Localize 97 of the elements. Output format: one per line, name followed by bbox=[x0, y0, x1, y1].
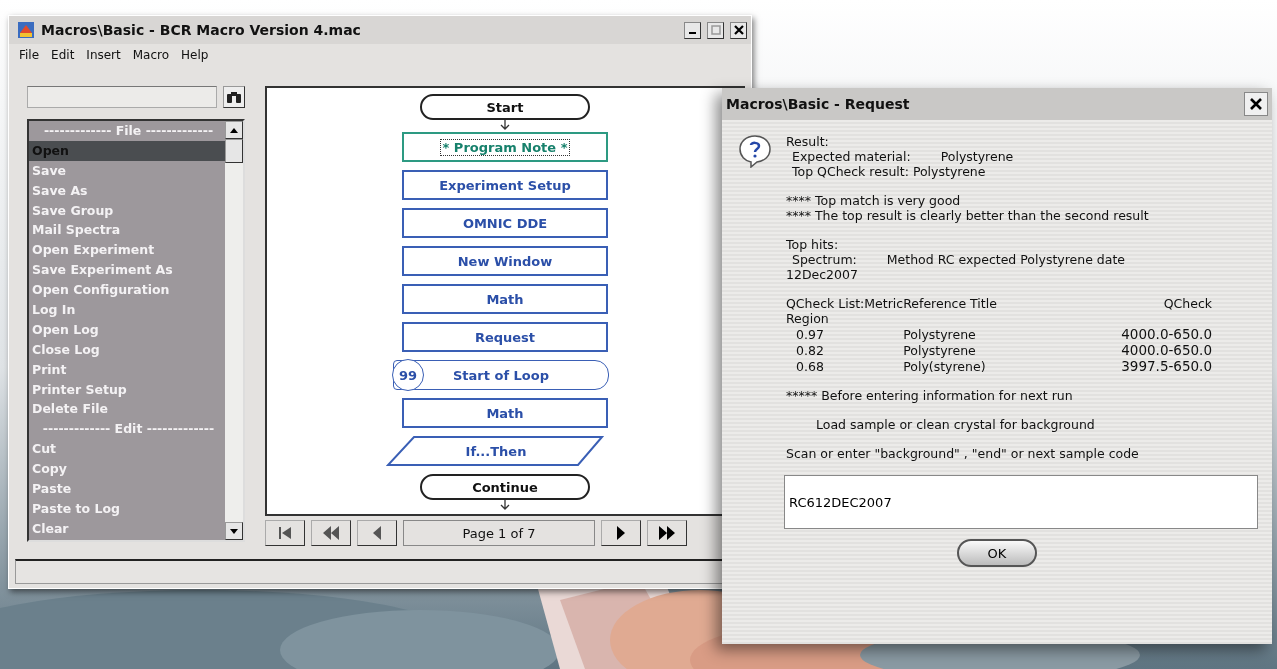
list-item[interactable]: Log In bbox=[29, 300, 225, 320]
list-item[interactable]: Clear bbox=[29, 518, 225, 539]
table-cell: Poly(styrene) bbox=[903, 358, 986, 374]
connector-arrow bbox=[500, 120, 510, 130]
loop-count-badge: 99 bbox=[392, 359, 424, 391]
dialog-text: **** Top match is very good bbox=[786, 193, 961, 208]
first-page-icon bbox=[277, 525, 293, 541]
list-item[interactable]: Save Experiment As bbox=[29, 260, 225, 281]
fast-forward-button[interactable] bbox=[647, 520, 687, 546]
table-cell: 0.82 bbox=[796, 342, 824, 358]
question-icon bbox=[738, 134, 772, 168]
dialog-text: **** The top result is clearly better than the second result bbox=[786, 208, 1149, 223]
sample-code-field[interactable]: RC612DEC2007 bbox=[784, 475, 1258, 529]
scroll-up-icon bbox=[230, 127, 238, 133]
list-item[interactable]: Paste bbox=[29, 479, 225, 499]
table-cell: 0.97 bbox=[796, 326, 824, 342]
close-button[interactable] bbox=[1244, 92, 1268, 116]
scroll-thumb[interactable] bbox=[225, 139, 243, 163]
next-icon bbox=[616, 526, 626, 540]
dialog-text: Top hits: bbox=[786, 237, 839, 252]
column-header: Region bbox=[786, 311, 829, 326]
page-indicator: Page 1 of 7 bbox=[403, 520, 595, 546]
list-item[interactable]: Copy bbox=[29, 459, 225, 480]
first-page-button[interactable] bbox=[265, 520, 305, 546]
dialog-text: Scan or enter "background" , "end" or next sample code bbox=[786, 446, 1139, 461]
binoculars-icon bbox=[226, 90, 242, 104]
process-node[interactable]: Request bbox=[402, 322, 608, 352]
dialog-text: Spectrum: bbox=[792, 252, 857, 267]
previous-icon bbox=[372, 526, 382, 540]
dialog-text: Top QCheck result: Polystyrene bbox=[792, 164, 986, 179]
maximize-button[interactable] bbox=[707, 21, 724, 39]
previous-button[interactable] bbox=[357, 520, 397, 546]
table-cell: Polystyrene bbox=[903, 342, 976, 358]
menu-item[interactable]: Help bbox=[181, 48, 209, 62]
rewind-icon bbox=[322, 526, 340, 540]
rewind-button[interactable] bbox=[311, 520, 351, 546]
decision-node[interactable]: If...Then bbox=[386, 436, 606, 466]
fast-forward-icon bbox=[658, 526, 676, 540]
list-item[interactable]: Delete File bbox=[29, 399, 225, 420]
list-item[interactable]: Open Experiment bbox=[29, 240, 225, 261]
column-header: QCheck List:Metric bbox=[786, 296, 904, 311]
terminal-node[interactable]: Start bbox=[420, 94, 590, 120]
list-item[interactable]: Print bbox=[29, 359, 225, 380]
table-cell: 0.68 bbox=[796, 358, 824, 374]
process-node[interactable]: Math bbox=[402, 398, 608, 428]
process-node[interactable]: Math bbox=[402, 284, 608, 314]
dialog-text: ***** Before entering information for next run bbox=[786, 388, 1073, 403]
close-icon bbox=[1250, 98, 1262, 110]
note-node[interactable]: * Program Note * bbox=[402, 132, 608, 162]
table-cell: 3997.5-650.0 bbox=[1121, 358, 1212, 374]
list-item[interactable]: Open bbox=[29, 140, 225, 161]
connector-arrow bbox=[500, 500, 510, 510]
scroll-down-icon bbox=[230, 528, 238, 534]
close-button[interactable] bbox=[730, 21, 747, 39]
column-header: Reference Title bbox=[903, 296, 997, 311]
app-icon bbox=[17, 21, 35, 39]
list-group-header: ------------- Edit ------------- bbox=[41, 420, 216, 439]
list-item[interactable]: Mail Spectra bbox=[29, 220, 225, 241]
list-item[interactable]: Paste to Log bbox=[29, 498, 225, 519]
table-cell: Polystyrene bbox=[903, 326, 976, 342]
column-header: QCheck bbox=[1163, 296, 1212, 311]
process-node[interactable]: OMNIC DDE bbox=[402, 208, 608, 238]
dialog-text: Polystyrene bbox=[939, 149, 1014, 164]
list-group-header: ------------- File ------------- bbox=[42, 122, 215, 140]
dialog-text: Load sample or clean crystal for background bbox=[816, 417, 1095, 432]
find-button[interactable] bbox=[223, 86, 245, 108]
next-button[interactable] bbox=[601, 520, 641, 546]
menu-item[interactable]: Insert bbox=[86, 48, 121, 62]
menu-item[interactable]: Edit bbox=[51, 48, 75, 62]
dialog-text: Method RC expected Polystyrene date bbox=[885, 252, 1126, 267]
table-cell: 4000.0-650.0 bbox=[1121, 326, 1212, 342]
menu-item[interactable]: Macro bbox=[132, 48, 170, 62]
table-cell: 4000.0-650.0 bbox=[1121, 342, 1212, 358]
dialog-text: Expected material: bbox=[792, 149, 911, 164]
minimize-button[interactable] bbox=[684, 21, 701, 39]
list-item[interactable]: Open Log bbox=[29, 319, 225, 340]
list-item[interactable]: Save As bbox=[29, 180, 225, 201]
menu-item[interactable]: File bbox=[19, 48, 40, 62]
terminal-node[interactable]: Continue bbox=[420, 474, 590, 500]
ok-button[interactable]: OK bbox=[957, 539, 1037, 567]
list-item[interactable]: Printer Setup bbox=[29, 379, 225, 400]
process-node[interactable]: New Window bbox=[402, 246, 608, 276]
window-title: Macros\Basic - BCR Macro Version 4.mac bbox=[41, 22, 362, 38]
list-item[interactable]: Cut bbox=[29, 439, 225, 460]
loop-node[interactable]: 99 Start of Loop bbox=[393, 360, 609, 390]
search-field[interactable] bbox=[27, 86, 217, 108]
process-node[interactable]: Experiment Setup bbox=[402, 170, 608, 200]
dialog-text: 12Dec2007 bbox=[786, 267, 858, 282]
close-icon bbox=[733, 25, 744, 35]
list-item[interactable]: Save Group bbox=[29, 200, 225, 221]
dialog-text: Result: bbox=[786, 134, 829, 149]
dialog-title: Macros\Basic - Request bbox=[726, 96, 911, 112]
maximize-icon bbox=[710, 25, 721, 35]
scrollbar[interactable] bbox=[225, 121, 243, 540]
list-item[interactable]: Open Configuration bbox=[29, 280, 225, 300]
list-item[interactable]: Close Log bbox=[29, 339, 225, 360]
list-item[interactable]: Save bbox=[29, 160, 225, 181]
